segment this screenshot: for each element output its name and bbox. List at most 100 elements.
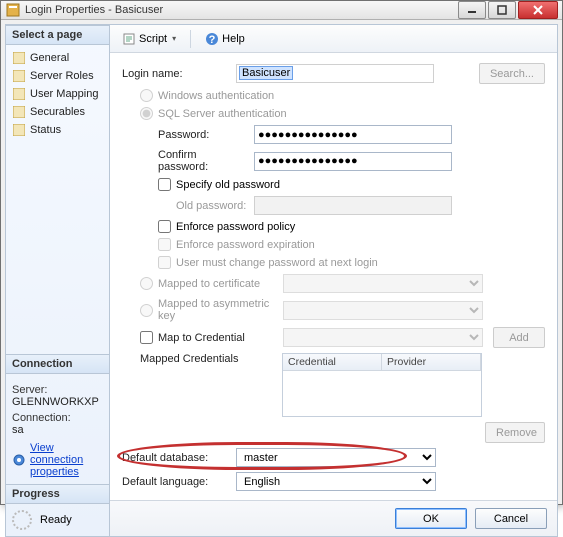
- login-properties-window: Login Properties - Basicuser Select a pa…: [0, 0, 563, 505]
- must-change-password-label: User must change password at next login: [176, 257, 378, 269]
- login-name-label: Login name:: [122, 68, 230, 80]
- login-name-selection: Basicuser: [239, 66, 293, 80]
- script-icon: [122, 32, 136, 46]
- sidebar-item-label: Securables: [30, 106, 85, 118]
- server-value: GLENNWORKXP: [12, 396, 103, 408]
- certificate-combo: [283, 274, 483, 293]
- search-button[interactable]: Search...: [479, 63, 545, 84]
- add-credential-button: Add: [493, 327, 545, 348]
- password-label: Password:: [158, 129, 248, 141]
- sidebar-item-status[interactable]: Status: [8, 121, 107, 139]
- general-form: Login name: Basicuser Search... Windows …: [110, 53, 557, 500]
- help-icon: ?: [205, 32, 219, 46]
- page-list: General Server Roles User Mapping Secura…: [6, 45, 109, 143]
- window-controls: [458, 1, 558, 19]
- specify-old-password-label: Specify old password: [176, 179, 280, 191]
- connection-icon: [12, 453, 26, 467]
- toolbar-separator: [190, 30, 191, 48]
- sql-auth-radio: SQL Server authentication: [122, 107, 545, 120]
- app-icon: [5, 2, 21, 18]
- link-text: View connection properties: [30, 442, 103, 478]
- credential-combo: [283, 328, 483, 347]
- main-panel: Script ▾ ? Help Login name: Basicuser: [110, 25, 557, 536]
- dialog-footer: OK Cancel: [110, 500, 557, 536]
- connection-value: sa: [12, 424, 103, 436]
- mapped-certificate-label: Mapped to certificate: [158, 278, 278, 290]
- windows-auth-radio: Windows authentication: [122, 89, 545, 102]
- sidebar-item-server-roles[interactable]: Server Roles: [8, 67, 107, 85]
- page-icon: [12, 105, 26, 119]
- default-database-combo[interactable]: master: [236, 448, 436, 467]
- help-button[interactable]: ? Help: [199, 29, 251, 49]
- select-page-header: Select a page: [6, 25, 109, 45]
- script-label: Script: [139, 33, 167, 45]
- chevron-down-icon: ▾: [172, 34, 176, 43]
- remove-credential-button: Remove: [485, 422, 545, 443]
- enforce-expiration-checkbox: [158, 238, 171, 251]
- mapped-asym-key-radio-input: [140, 304, 153, 317]
- sidebar-item-user-mapping[interactable]: User Mapping: [8, 85, 107, 103]
- mapped-asym-key-radio: Mapped to asymmetric key: [122, 298, 545, 322]
- close-button[interactable]: [518, 1, 558, 19]
- view-connection-properties-link[interactable]: View connection properties: [12, 442, 103, 478]
- mapped-certificate-radio-input: [140, 277, 153, 290]
- enforce-policy-checkbox[interactable]: [158, 220, 171, 233]
- progress-spinner-icon: [12, 510, 32, 530]
- server-label: Server:: [12, 384, 103, 396]
- enforce-expiration-label: Enforce password expiration: [176, 239, 315, 251]
- old-password-label: Old password:: [176, 200, 248, 212]
- sidebar-item-label: Status: [30, 124, 61, 136]
- mapped-certificate-radio: Mapped to certificate: [122, 274, 545, 293]
- mapped-asym-key-label: Mapped to asymmetric key: [158, 298, 278, 322]
- windows-auth-label: Windows authentication: [158, 90, 274, 102]
- specify-old-password-checkbox[interactable]: [158, 178, 171, 191]
- page-icon: [12, 123, 26, 137]
- page-icon: [12, 51, 26, 65]
- sidebar-item-securables[interactable]: Securables: [8, 103, 107, 121]
- progress-header: Progress: [6, 484, 109, 504]
- confirm-password-label: Confirm password:: [158, 149, 248, 173]
- progress-status: Ready: [40, 514, 72, 526]
- minimize-button[interactable]: [458, 1, 486, 19]
- script-button[interactable]: Script ▾: [116, 29, 182, 49]
- password-input[interactable]: [254, 125, 452, 144]
- enforce-policy-label: Enforce password policy: [176, 221, 295, 233]
- help-label: Help: [222, 33, 245, 45]
- grid-header-provider: Provider: [382, 354, 481, 370]
- map-to-credential-checkbox[interactable]: [140, 331, 153, 344]
- default-language-combo[interactable]: English: [236, 472, 436, 491]
- old-password-input: [254, 196, 452, 215]
- connection-header: Connection: [6, 354, 109, 374]
- svg-text:?: ?: [209, 34, 216, 46]
- progress-area: Ready: [6, 504, 109, 536]
- connection-info: Server: GLENNWORKXP Connection: sa View …: [6, 374, 109, 484]
- sql-auth-radio-input: [140, 107, 153, 120]
- maximize-button[interactable]: [488, 1, 516, 19]
- toolbar: Script ▾ ? Help: [110, 25, 557, 53]
- page-icon: [12, 69, 26, 83]
- enforce-expiration-check: Enforce password expiration: [122, 238, 545, 251]
- must-change-password-check: User must change password at next login: [122, 256, 545, 269]
- mapped-credentials-grid: Credential Provider: [282, 353, 482, 417]
- default-database-label: Default database:: [122, 452, 230, 464]
- sidebar-item-label: General: [30, 52, 69, 64]
- must-change-password-checkbox: [158, 256, 171, 269]
- enforce-policy-check[interactable]: Enforce password policy: [122, 220, 545, 233]
- asym-key-combo: [283, 301, 483, 320]
- sidebar-item-general[interactable]: General: [8, 49, 107, 67]
- sidebar: Select a page General Server Roles User …: [6, 25, 110, 536]
- ok-button[interactable]: OK: [395, 508, 467, 529]
- mapped-credentials-label: Mapped Credentials: [140, 353, 276, 365]
- dialog-body: Select a page General Server Roles User …: [5, 24, 558, 537]
- confirm-password-input[interactable]: [254, 152, 452, 171]
- cancel-button[interactable]: Cancel: [475, 508, 547, 529]
- specify-old-password-check[interactable]: Specify old password: [122, 178, 545, 191]
- map-to-credential-check[interactable]: Map to Credential Add: [122, 327, 545, 348]
- default-language-label: Default language:: [122, 476, 230, 488]
- map-to-credential-label: Map to Credential: [158, 332, 278, 344]
- grid-header-credential: Credential: [283, 354, 382, 370]
- titlebar: Login Properties - Basicuser: [1, 1, 562, 20]
- sql-auth-label: SQL Server authentication: [158, 108, 287, 120]
- sidebar-item-label: Server Roles: [30, 70, 94, 82]
- windows-auth-radio-input: [140, 89, 153, 102]
